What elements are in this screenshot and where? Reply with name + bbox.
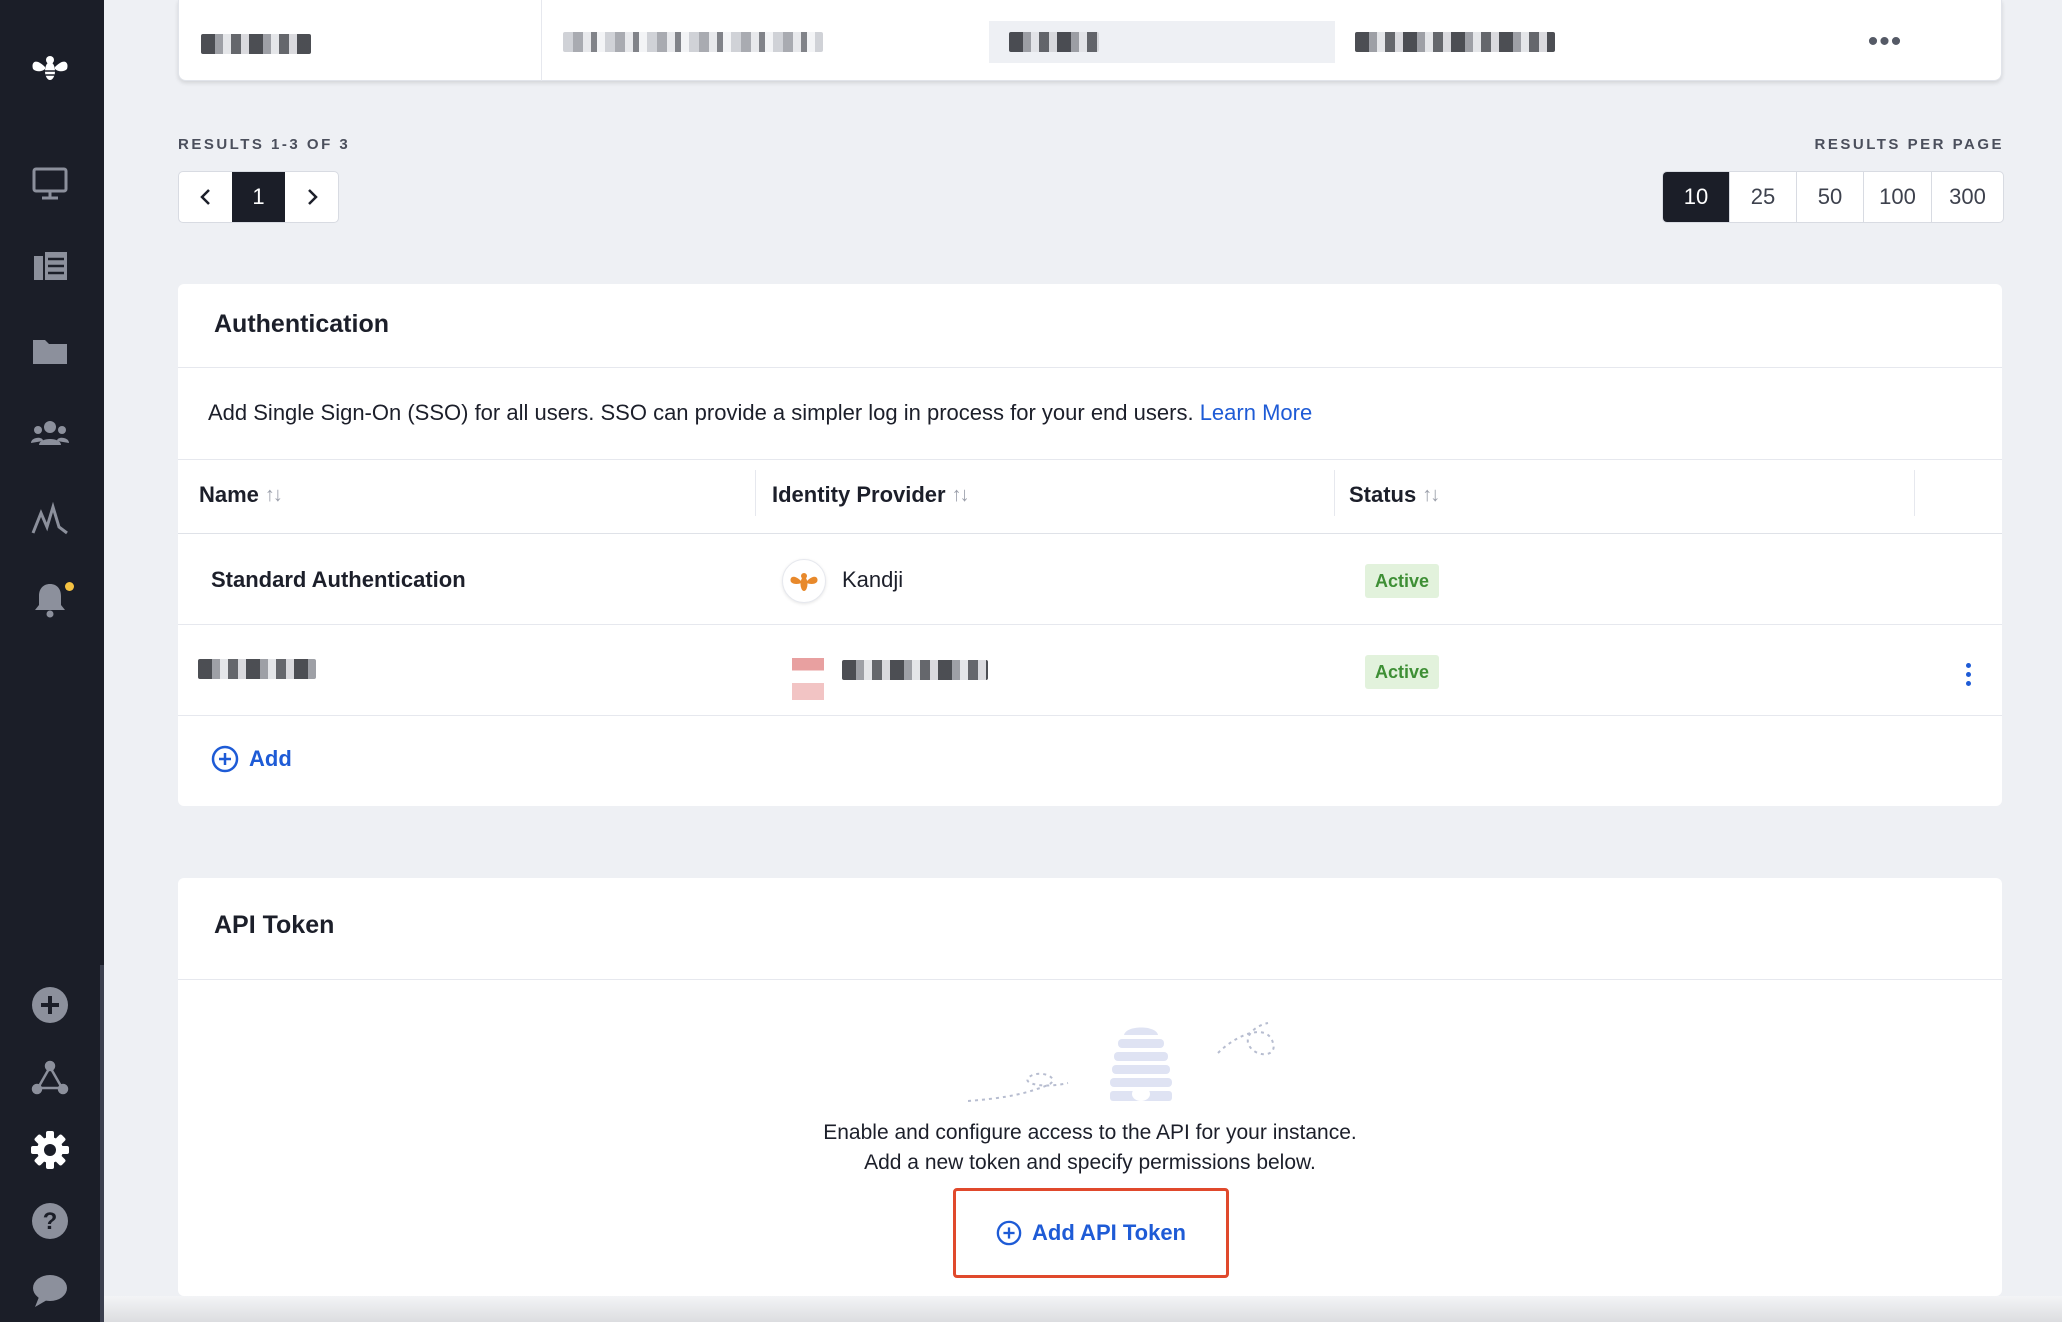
sort-icon[interactable]: ↑↓: [1422, 484, 1440, 507]
column-name-label: Name: [199, 482, 259, 507]
settings-icon[interactable]: [22, 1122, 78, 1178]
per-page-option-50[interactable]: 50: [1796, 172, 1863, 222]
sidebar: ?: [0, 0, 104, 1322]
kandji-logo-icon: [782, 559, 826, 603]
per-page-option-100[interactable]: 100: [1863, 172, 1931, 222]
add-auth-button[interactable]: Add: [211, 745, 292, 773]
provider-logo-icon: [792, 658, 824, 700]
help-icon[interactable]: ?: [22, 1193, 78, 1249]
column-divider: [541, 0, 542, 81]
status-badge: Active: [1365, 564, 1440, 598]
bottom-edge: [104, 1296, 2062, 1322]
divider: [178, 715, 2002, 716]
add-api-token-button[interactable]: Add API Token: [953, 1188, 1229, 1278]
results-per-page-label: RESULTS PER PAGE: [1814, 136, 2004, 153]
bee-logo-icon[interactable]: [22, 40, 78, 96]
page-button-current[interactable]: 1: [232, 172, 285, 222]
plus-circle-icon: [996, 1220, 1022, 1246]
integrations-icon[interactable]: [22, 1050, 78, 1106]
per-page-option-10[interactable]: 10: [1663, 172, 1729, 222]
sort-icon[interactable]: ↑↓: [952, 484, 970, 507]
column-divider: [1914, 470, 1915, 516]
divider: [178, 367, 2002, 368]
redacted-cell: [1355, 32, 1555, 52]
chevron-left-icon: [199, 189, 210, 205]
users-icon[interactable]: [22, 406, 78, 462]
results-per-page-selector: 10 25 50 100 300: [1662, 171, 2004, 223]
divider: [178, 979, 2002, 980]
column-header-status[interactable]: Status ↑↓: [1349, 482, 1440, 508]
authentication-description: Add Single Sign-On (SSO) for all users. …: [208, 400, 1312, 426]
divider: [178, 459, 2002, 460]
api-token-description-line2: Add a new token and specify permissions …: [864, 1151, 1316, 1174]
svg-text:?: ?: [43, 1208, 58, 1235]
computer-icon[interactable]: [22, 155, 78, 211]
prev-page-button[interactable]: [179, 172, 232, 222]
divider: [178, 624, 2002, 625]
plus-circle-icon: [211, 745, 239, 773]
redacted-name: [198, 659, 316, 679]
identity-provider-name: Kandji: [842, 567, 904, 592]
folder-icon[interactable]: [22, 323, 78, 379]
redacted-cell: [201, 34, 311, 54]
sort-icon[interactable]: ↑↓: [265, 484, 283, 507]
column-identity-provider-label: Identity Provider: [772, 482, 946, 507]
add-icon[interactable]: [22, 977, 78, 1033]
column-divider: [1334, 470, 1335, 516]
devices-table-last-row[interactable]: •••: [178, 0, 2002, 81]
bell-icon[interactable]: [22, 572, 78, 628]
redacted-cell: [1009, 32, 1099, 52]
auth-method-name: Standard Authentication: [211, 567, 466, 592]
api-token-description-line1: Enable and configure access to the API f…: [823, 1121, 1357, 1144]
notification-dot: [65, 582, 74, 591]
column-status-label: Status: [1349, 482, 1417, 507]
chat-icon[interactable]: [22, 1262, 78, 1318]
divider: [178, 533, 2002, 534]
column-divider: [755, 470, 756, 516]
redacted-cell: [563, 32, 823, 52]
beehive-illustration-icon: [968, 1022, 1275, 1102]
results-count: RESULTS 1-3 OF 3: [178, 136, 351, 153]
status-badge: Active: [1365, 655, 1440, 689]
column-header-identity-provider[interactable]: Identity Provider ↑↓: [772, 482, 970, 508]
main-content: ••• RESULTS 1-3 OF 3 RESULTS PER PAGE 1 …: [104, 0, 2062, 1322]
authentication-card: Authentication Add Single Sign-On (SSO) …: [178, 284, 2002, 806]
row-menu-button[interactable]: [1958, 657, 1978, 691]
column-header-name[interactable]: Name ↑↓: [199, 482, 283, 508]
api-token-title: API Token: [214, 911, 335, 939]
activity-icon[interactable]: [22, 492, 78, 548]
library-icon[interactable]: [22, 239, 78, 295]
learn-more-link[interactable]: Learn More: [1200, 400, 1313, 425]
description-text: Add Single Sign-On (SSO) for all users. …: [208, 400, 1194, 425]
redacted-provider: [842, 660, 988, 680]
add-label: Add: [249, 746, 292, 771]
chevron-right-icon: [307, 189, 318, 205]
add-api-token-label: Add API Token: [1032, 1220, 1186, 1245]
next-page-button[interactable]: [285, 172, 338, 222]
row-actions-button[interactable]: •••: [1865, 27, 1905, 57]
pagination-controls: 1: [178, 171, 339, 223]
per-page-option-25[interactable]: 25: [1729, 172, 1796, 222]
authentication-title: Authentication: [214, 310, 389, 338]
per-page-option-300[interactable]: 300: [1931, 172, 2003, 222]
